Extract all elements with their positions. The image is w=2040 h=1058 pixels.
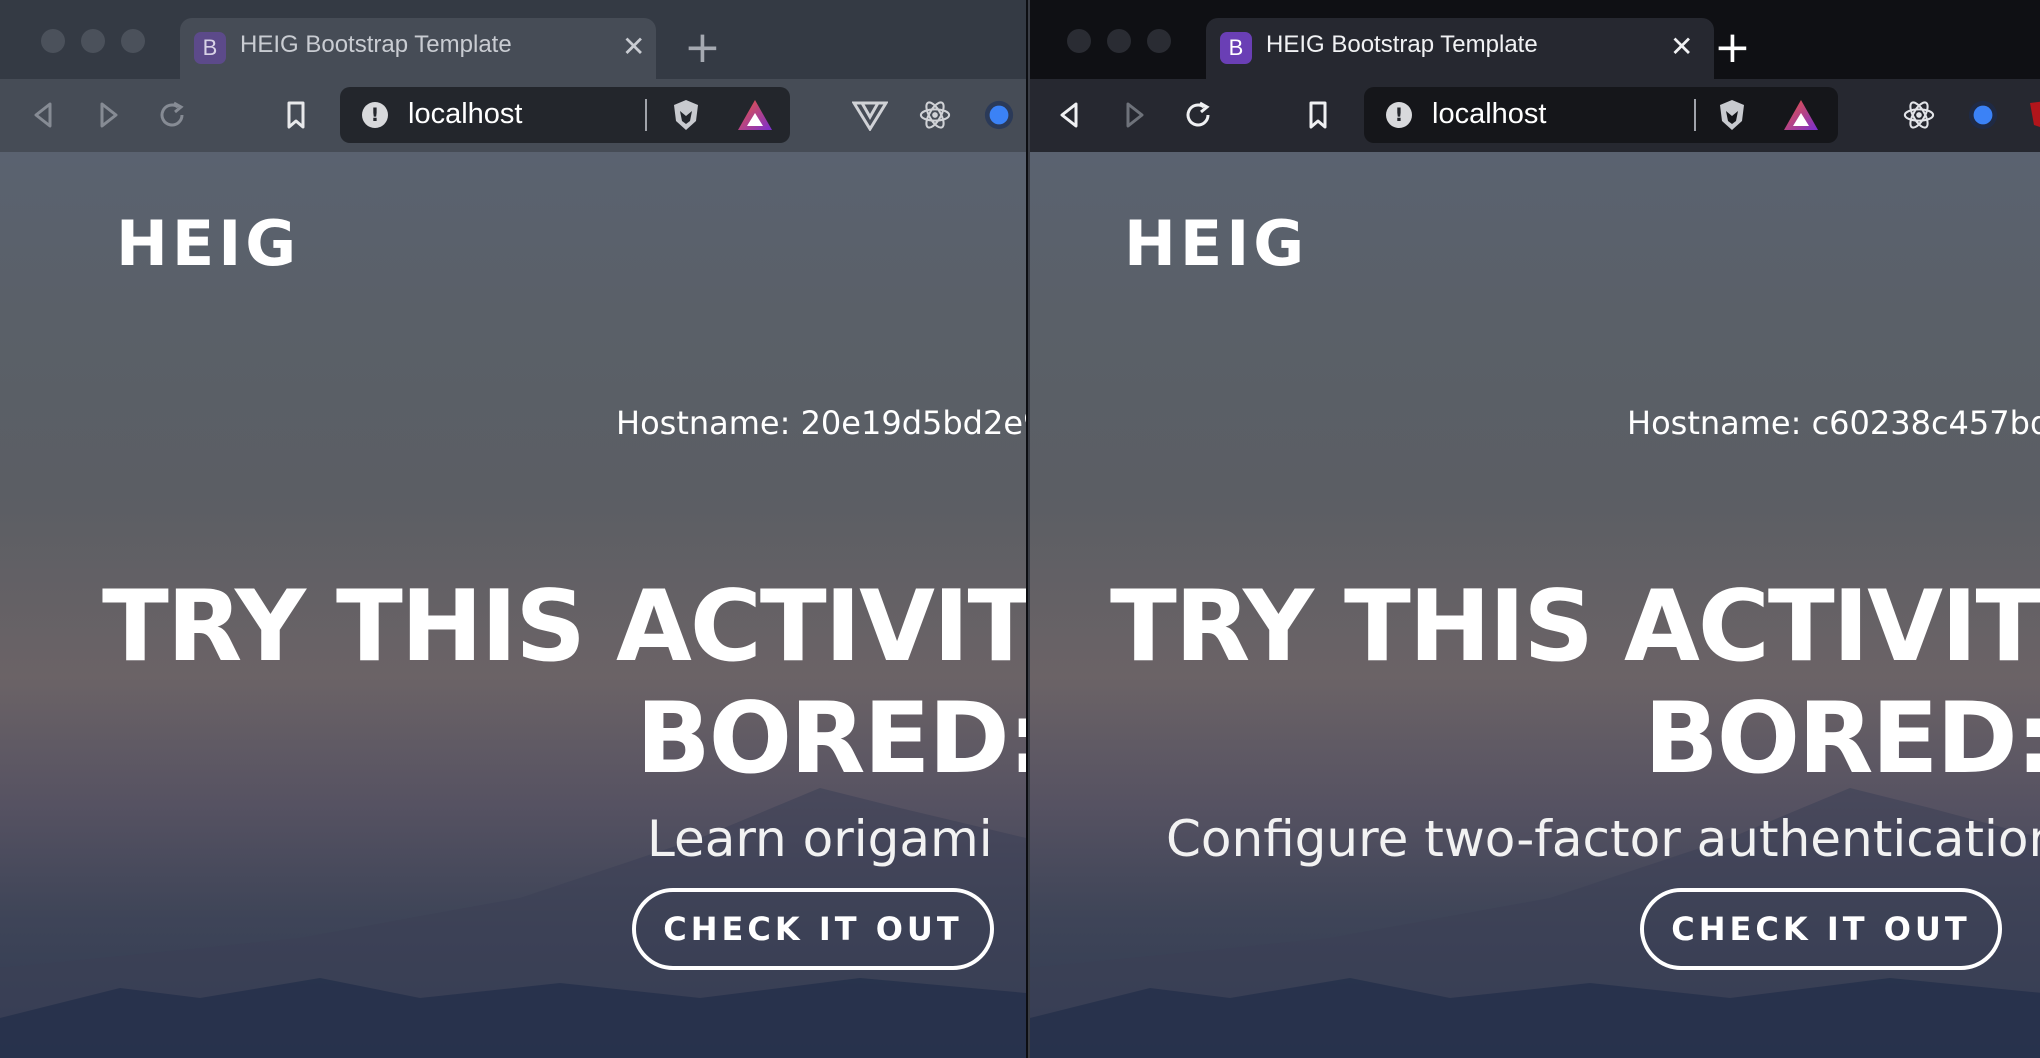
tab-title: HEIG Bootstrap Template [240,31,512,58]
url-text[interactable]: localhost [408,98,522,131]
activity-text: Configure two-factor authentication [1166,810,2040,868]
activity-text: Learn origami [647,810,993,868]
check-it-out-button[interactable]: CHECK IT OUT [1640,888,2002,970]
react-devtools-icon[interactable] [918,99,952,131]
ublock-icon[interactable] [2026,99,2040,131]
browser-window-right: B HEIG Bootstrap Template ✕ + ! localhos… [1028,0,2040,1058]
back-icon[interactable] [28,99,60,131]
hostname-text: Hostname: c60238c457bd [1627,404,2040,442]
tab-strip: B HEIG Bootstrap Template ✕ + [1030,0,2040,79]
page-viewport: HEIG Hostname: c60238c457bd TRY THIS ACT… [1030,152,2040,1058]
close-window-button[interactable] [1067,29,1091,53]
separator [1694,99,1696,131]
forward-icon[interactable] [1118,99,1150,131]
bookmark-icon[interactable] [280,99,312,131]
headline-line-1: TRY THIS ACTIVITY I [1110,570,2040,684]
bootstrap-favicon-icon: B [194,32,226,64]
vue-devtools-icon[interactable] [852,99,888,131]
url-text[interactable]: localhost [1432,98,1546,131]
close-window-button[interactable] [41,29,65,53]
tab-close-icon[interactable]: ✕ [622,32,645,62]
check-it-out-button[interactable]: CHECK IT OUT [632,888,994,970]
tab-active[interactable]: B HEIG Bootstrap Template ✕ [1206,18,1714,79]
new-tab-button[interactable]: + [684,20,721,76]
headline-line-2: BORED: [636,682,1026,796]
headline-line-2: BORED: [1644,682,2040,796]
separator [645,99,647,131]
forward-icon[interactable] [92,99,124,131]
zoom-window-button[interactable] [121,29,145,53]
tab[interactable]: B HEIG Bootstrap Template ✕ [180,18,656,79]
tab-title: HEIG Bootstrap Template [1266,31,1538,58]
new-tab-button[interactable]: + [1714,20,1751,76]
back-icon[interactable] [1054,99,1086,131]
not-secure-warning-icon[interactable]: ! [362,102,388,128]
reload-icon[interactable] [156,99,188,131]
bootstrap-favicon-icon: B [1220,32,1252,64]
vpn-extension-icon[interactable] [1966,99,2000,131]
minimize-window-button[interactable] [81,29,105,53]
headline-line-1: TRY THIS ACTIVITY I [102,570,1026,684]
address-bar[interactable]: ! localhost [1364,87,1838,143]
hostname-text: Hostname: 20e19d5bd2e9 [616,404,1026,442]
reload-icon[interactable] [1182,99,1214,131]
tab-close-icon[interactable]: ✕ [1670,32,1693,62]
address-bar[interactable]: ! localhost [340,87,790,143]
page-viewport: HEIG Hostname: 20e19d5bd2e9 TRY THIS ACT… [0,152,1026,1058]
browser-window-left: B HEIG Bootstrap Template ✕ + ! localhos… [0,0,1026,1058]
toolbar: ! localhost [0,79,1026,152]
brand-logo[interactable]: HEIG [1124,207,1308,280]
brave-rewards-icon[interactable] [1782,97,1820,133]
brave-shields-icon[interactable] [1714,97,1750,133]
brave-shields-icon[interactable] [668,97,704,133]
zoom-window-button[interactable] [1147,29,1171,53]
minimize-window-button[interactable] [1107,29,1131,53]
vpn-extension-icon[interactable] [982,99,1016,131]
toolbar: ! localhost [1030,79,2040,152]
react-devtools-icon[interactable] [1902,99,1936,131]
bookmark-icon[interactable] [1302,99,1334,131]
not-secure-warning-icon[interactable]: ! [1386,102,1412,128]
brave-rewards-icon[interactable] [736,97,774,133]
brand-logo[interactable]: HEIG [116,207,300,280]
tab-strip: B HEIG Bootstrap Template ✕ + [0,0,1026,79]
